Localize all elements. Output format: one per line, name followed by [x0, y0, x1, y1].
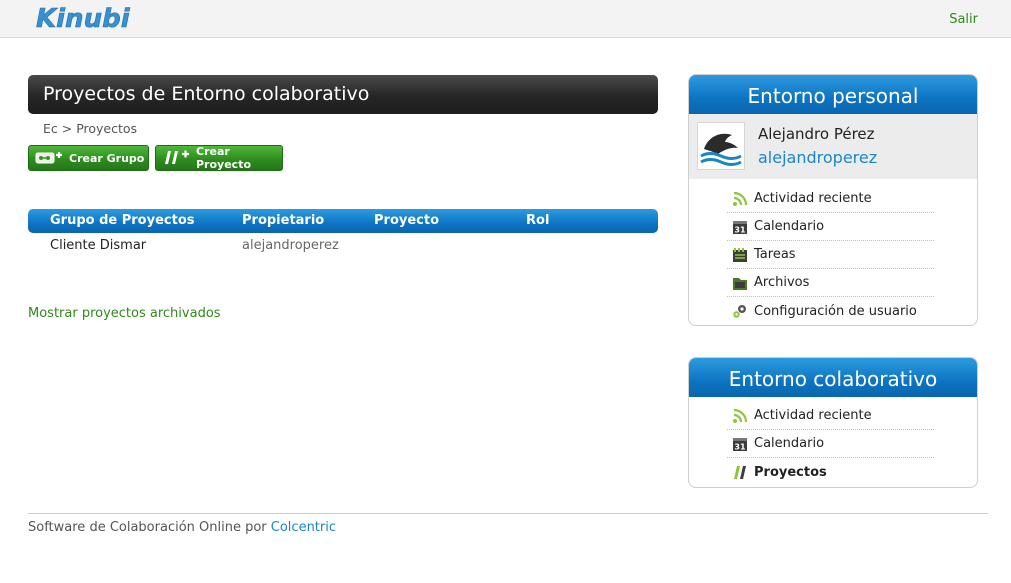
personal-item-calendar[interactable]: 31 Calendario [727, 213, 934, 241]
column-header-owner[interactable]: Propietario [242, 209, 324, 233]
cell-owner: alejandroperez [242, 238, 339, 253]
calendar-icon: 31 [732, 219, 748, 235]
settings-icon [732, 303, 748, 319]
create-group-label: Crear Grupo [69, 151, 145, 165]
personal-item-recent-activity[interactable]: Actividad reciente [727, 185, 934, 213]
projects-icon [732, 464, 748, 480]
project-add-icon [162, 148, 190, 169]
footer: Software de Colaboración Online por Colc… [28, 520, 336, 535]
cell-group[interactable]: Cliente Dismar [50, 234, 146, 258]
collab-menu: Actividad reciente 31 Calendario Proyect… [727, 402, 934, 486]
personal-item-label: Actividad reciente [754, 191, 872, 206]
avatar[interactable] [697, 122, 745, 170]
kinubi-logo[interactable]: Kinubi [36, 2, 132, 36]
group-add-icon [35, 149, 63, 168]
collaborative-environment-panel: Entorno colaborativo Actividad reciente … [688, 357, 978, 488]
colcentric-link[interactable]: Colcentric [271, 520, 336, 535]
personal-item-files[interactable]: Archivos [727, 269, 934, 297]
table-row: Cliente Dismar alejandroperez [28, 234, 658, 258]
personal-item-label: Tareas [754, 247, 796, 262]
svg-text:31: 31 [734, 225, 746, 234]
personal-panel-title[interactable]: Entorno personal [689, 75, 977, 114]
rss-icon [732, 408, 748, 424]
collab-item-label: Actividad reciente [754, 408, 872, 423]
tasks-icon [732, 247, 748, 263]
page-title: Proyectos de Entorno colaborativo [28, 75, 658, 114]
rss-icon [732, 191, 748, 207]
personal-menu: Actividad reciente 31 Calendario Tareas … [727, 185, 934, 325]
collab-item-label: Proyectos [754, 464, 827, 480]
column-header-group[interactable]: Grupo de Proyectos [50, 209, 195, 233]
show-archived-projects-link[interactable]: Mostrar proyectos archivados [28, 306, 221, 321]
personal-environment-panel: Entorno personal Alejandro Pérez alejand… [688, 74, 978, 326]
collab-item-label: Calendario [754, 436, 825, 451]
personal-item-label: Calendario [754, 219, 825, 234]
personal-item-label: Configuración de usuario [754, 303, 917, 319]
collab-panel-title[interactable]: Entorno colaborativo [689, 358, 977, 397]
personal-item-tasks[interactable]: Tareas [727, 241, 934, 269]
calendar-icon: 31 [732, 436, 748, 452]
user-full-name: Alejandro Pérez [758, 125, 875, 143]
logout-link[interactable]: Salir [949, 12, 978, 27]
breadcrumb: Ec > Proyectos [43, 121, 138, 136]
top-bar: Kinubi Salir [0, 0, 1011, 38]
user-card: Alejandro Pérez alejandroperez [689, 114, 977, 179]
collab-item-projects[interactable]: Proyectos [727, 458, 934, 486]
svg-text:31: 31 [734, 442, 746, 451]
column-header-project[interactable]: Proyecto [374, 209, 439, 233]
create-project-button[interactable]: Crear Proyecto [155, 145, 283, 171]
personal-item-user-settings[interactable]: Configuración de usuario [727, 297, 934, 325]
files-icon [732, 275, 748, 291]
user-login-link[interactable]: alejandroperez [758, 148, 877, 167]
column-header-role[interactable]: Rol [526, 209, 549, 233]
create-project-label: Crear Proyecto [196, 145, 252, 171]
svg-text:Kinubi: Kinubi [36, 4, 131, 34]
footer-divider [28, 513, 988, 514]
collab-item-recent-activity[interactable]: Actividad reciente [727, 402, 934, 430]
personal-item-label: Archivos [754, 275, 810, 290]
create-group-button[interactable]: Crear Grupo [28, 145, 149, 171]
collab-item-calendar[interactable]: 31 Calendario [727, 430, 934, 458]
footer-text: Software de Colaboración Online por [28, 520, 271, 535]
projects-table-header: Grupo de Proyectos Propietario Proyecto … [28, 209, 658, 233]
